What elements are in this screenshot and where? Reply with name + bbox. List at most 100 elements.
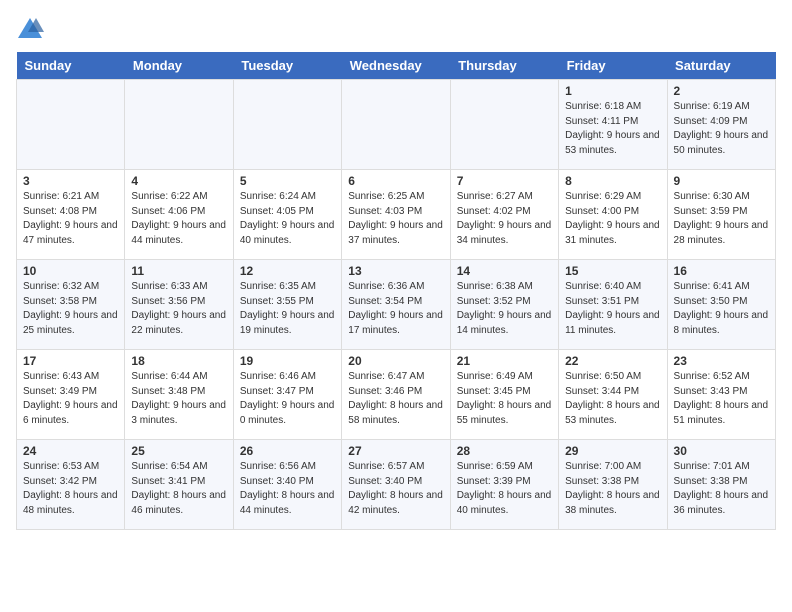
day-info: Sunrise: 6:53 AMSunset: 3:42 PMDaylight:… <box>23 460 118 518</box>
day-info: Sunrise: 6:33 AMSunset: 3:56 PMDaylight:… <box>131 280 226 338</box>
weekday-header-sunday: Sunday <box>17 52 125 80</box>
calendar-cell <box>17 80 125 170</box>
day-info: Sunrise: 6:41 AMSunset: 3:50 PMDaylight:… <box>674 280 769 338</box>
day-info: Sunrise: 6:32 AMSunset: 3:58 PMDaylight:… <box>23 280 118 338</box>
day-number: 25 <box>131 444 226 458</box>
calendar-cell: 14Sunrise: 6:38 AMSunset: 3:52 PMDayligh… <box>450 260 558 350</box>
weekday-header-tuesday: Tuesday <box>233 52 341 80</box>
day-number: 9 <box>674 174 769 188</box>
day-info: Sunrise: 6:52 AMSunset: 3:43 PMDaylight:… <box>674 370 769 428</box>
day-number: 16 <box>674 264 769 278</box>
calendar-cell <box>342 80 450 170</box>
weekday-header-saturday: Saturday <box>667 52 775 80</box>
calendar-cell: 13Sunrise: 6:36 AMSunset: 3:54 PMDayligh… <box>342 260 450 350</box>
day-info: Sunrise: 6:59 AMSunset: 3:39 PMDaylight:… <box>457 460 552 518</box>
day-number: 18 <box>131 354 226 368</box>
day-info: Sunrise: 6:49 AMSunset: 3:45 PMDaylight:… <box>457 370 552 428</box>
calendar-cell: 15Sunrise: 6:40 AMSunset: 3:51 PMDayligh… <box>559 260 667 350</box>
day-number: 4 <box>131 174 226 188</box>
calendar-cell: 1 Sunrise: 6:18 AMSunset: 4:11 PMDaylight… <box>559 80 667 170</box>
day-info: Sunrise: 6:47 AMSunset: 3:46 PMDaylight:… <box>348 370 443 428</box>
calendar-cell: 18 Sunrise: 6:44 AMSunset: 3:48 PMDayligh… <box>125 350 233 440</box>
day-number: 10 <box>23 264 118 278</box>
day-info: Sunrise: 6:35 AMSunset: 3:55 PMDaylight:… <box>240 280 335 338</box>
day-number: 17 <box>23 354 118 368</box>
day-number: 6 <box>348 174 443 188</box>
weekday-header-monday: Monday <box>125 52 233 80</box>
calendar-cell <box>125 80 233 170</box>
calendar-cell: 17 Sunrise: 6:43 AMSunset: 3:49 PMDayligh… <box>17 350 125 440</box>
weekday-header-row: SundayMondayTuesdayWednesdayThursdayFrid… <box>17 52 776 80</box>
calendar-week-row: 1 Sunrise: 6:18 AMSunset: 4:11 PMDaylight… <box>17 80 776 170</box>
logo <box>16 16 48 40</box>
page-header <box>16 16 776 40</box>
calendar-cell: 23 Sunrise: 6:52 AMSunset: 3:43 PMDayligh… <box>667 350 775 440</box>
day-number: 14 <box>457 264 552 278</box>
calendar-cell: 5 Sunrise: 6:24 AMSunset: 4:05 PMDaylight… <box>233 170 341 260</box>
calendar-cell: 21Sunrise: 6:49 AMSunset: 3:45 PMDayligh… <box>450 350 558 440</box>
day-info: Sunrise: 6:27 AMSunset: 4:02 PMDaylight:… <box>457 190 552 248</box>
day-number: 2 <box>674 84 769 98</box>
calendar-cell: 10 Sunrise: 6:32 AMSunset: 3:58 PMDayligh… <box>17 260 125 350</box>
calendar-cell: 11Sunrise: 6:33 AMSunset: 3:56 PMDayligh… <box>125 260 233 350</box>
calendar-cell: 24Sunrise: 6:53 AMSunset: 3:42 PMDayligh… <box>17 440 125 530</box>
day-info: Sunrise: 7:00 AMSunset: 3:38 PMDaylight:… <box>565 460 660 518</box>
day-info: Sunrise: 6:30 AMSunset: 3:59 PMDaylight:… <box>674 190 769 248</box>
calendar-cell: 12Sunrise: 6:35 AMSunset: 3:55 PMDayligh… <box>233 260 341 350</box>
day-number: 3 <box>23 174 118 188</box>
day-info: Sunrise: 6:56 AMSunset: 3:40 PMDaylight:… <box>240 460 335 518</box>
calendar-week-row: 10 Sunrise: 6:32 AMSunset: 3:58 PMDayligh… <box>17 260 776 350</box>
day-info: Sunrise: 6:24 AMSunset: 4:05 PMDaylight:… <box>240 190 335 248</box>
day-info: Sunrise: 6:29 AMSunset: 4:00 PMDaylight:… <box>565 190 660 248</box>
calendar-cell <box>450 80 558 170</box>
day-info: Sunrise: 6:40 AMSunset: 3:51 PMDaylight:… <box>565 280 660 338</box>
calendar-cell: 26 Sunrise: 6:56 AMSunset: 3:40 PMDayligh… <box>233 440 341 530</box>
calendar-cell: 27 Sunrise: 6:57 AMSunset: 3:40 PMDayligh… <box>342 440 450 530</box>
day-number: 7 <box>457 174 552 188</box>
day-info: Sunrise: 6:18 AMSunset: 4:11 PMDaylight:… <box>565 100 660 158</box>
calendar-cell: 22Sunrise: 6:50 AMSunset: 3:44 PMDayligh… <box>559 350 667 440</box>
calendar-cell: 16 Sunrise: 6:41 AMSunset: 3:50 PMDayligh… <box>667 260 775 350</box>
calendar-cell: 28 Sunrise: 6:59 AMSunset: 3:39 PMDayligh… <box>450 440 558 530</box>
day-number: 5 <box>240 174 335 188</box>
day-info: Sunrise: 6:44 AMSunset: 3:48 PMDaylight:… <box>131 370 226 428</box>
logo-icon <box>16 16 44 40</box>
day-info: Sunrise: 6:46 AMSunset: 3:47 PMDaylight:… <box>240 370 335 428</box>
day-info: Sunrise: 6:36 AMSunset: 3:54 PMDaylight:… <box>348 280 443 338</box>
day-info: Sunrise: 7:01 AMSunset: 3:38 PMDaylight:… <box>674 460 769 518</box>
calendar-cell: 2 Sunrise: 6:19 AMSunset: 4:09 PMDaylight… <box>667 80 775 170</box>
day-info: Sunrise: 6:57 AMSunset: 3:40 PMDaylight:… <box>348 460 443 518</box>
calendar-cell: 29 Sunrise: 7:00 AMSunset: 3:38 PMDayligh… <box>559 440 667 530</box>
day-info: Sunrise: 6:22 AMSunset: 4:06 PMDaylight:… <box>131 190 226 248</box>
weekday-header-thursday: Thursday <box>450 52 558 80</box>
calendar-cell: 9 Sunrise: 6:30 AMSunset: 3:59 PMDaylight… <box>667 170 775 260</box>
day-number: 29 <box>565 444 660 458</box>
calendar-cell: 20Sunrise: 6:47 AMSunset: 3:46 PMDayligh… <box>342 350 450 440</box>
calendar-cell: 6 Sunrise: 6:25 AMSunset: 4:03 PMDaylight… <box>342 170 450 260</box>
day-number: 23 <box>674 354 769 368</box>
calendar-cell: 7 Sunrise: 6:27 AMSunset: 4:02 PMDaylight… <box>450 170 558 260</box>
calendar-cell: 30 Sunrise: 7:01 AMSunset: 3:38 PMDayligh… <box>667 440 775 530</box>
calendar-cell: 19 Sunrise: 6:46 AMSunset: 3:47 PMDayligh… <box>233 350 341 440</box>
day-number: 8 <box>565 174 660 188</box>
weekday-header-wednesday: Wednesday <box>342 52 450 80</box>
day-number: 28 <box>457 444 552 458</box>
day-number: 22 <box>565 354 660 368</box>
day-info: Sunrise: 6:19 AMSunset: 4:09 PMDaylight:… <box>674 100 769 158</box>
calendar-cell: 3Sunrise: 6:21 AMSunset: 4:08 PMDaylight… <box>17 170 125 260</box>
day-number: 1 <box>565 84 660 98</box>
calendar-table: SundayMondayTuesdayWednesdayThursdayFrid… <box>16 52 776 530</box>
calendar-cell: 25Sunrise: 6:54 AMSunset: 3:41 PMDayligh… <box>125 440 233 530</box>
calendar-week-row: 24Sunrise: 6:53 AMSunset: 3:42 PMDayligh… <box>17 440 776 530</box>
calendar-cell: 4 Sunrise: 6:22 AMSunset: 4:06 PMDaylight… <box>125 170 233 260</box>
calendar-cell: 8 Sunrise: 6:29 AMSunset: 4:00 PMDaylight… <box>559 170 667 260</box>
day-info: Sunrise: 6:43 AMSunset: 3:49 PMDaylight:… <box>23 370 118 428</box>
day-number: 26 <box>240 444 335 458</box>
day-number: 27 <box>348 444 443 458</box>
day-info: Sunrise: 6:25 AMSunset: 4:03 PMDaylight:… <box>348 190 443 248</box>
day-number: 30 <box>674 444 769 458</box>
calendar-week-row: 17 Sunrise: 6:43 AMSunset: 3:49 PMDayligh… <box>17 350 776 440</box>
calendar-week-row: 3Sunrise: 6:21 AMSunset: 4:08 PMDaylight… <box>17 170 776 260</box>
day-number: 19 <box>240 354 335 368</box>
calendar-cell <box>233 80 341 170</box>
